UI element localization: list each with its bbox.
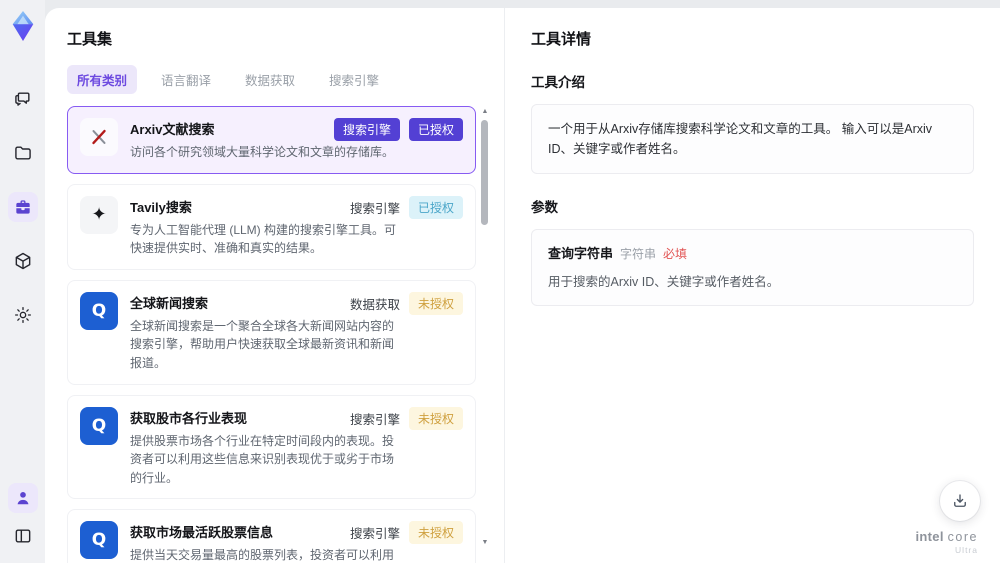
param-name: 查询字符串 — [548, 246, 614, 261]
sidebar-item-tools[interactable] — [7, 192, 38, 222]
scroll-up-arrow-icon[interactable]: ▲ — [481, 108, 489, 116]
user-icon — [17, 492, 28, 505]
tool-description: 提供当天交易量最高的股票列表，投资者可以利用这些信息来识别流动性强的股票和潜在的… — [130, 548, 395, 563]
tab-language-translation[interactable]: 语言翻译 — [151, 65, 221, 94]
scroll-down-arrow-icon[interactable]: ▼ — [481, 539, 489, 547]
tool-intro-text: 一个用于从Arxiv存储库搜索科学论文和文章的工具。 输入可以是Arxiv ID… — [531, 104, 974, 174]
tools-list-panel: 工具集 所有类别 语言翻译 数据获取 搜索引擎 Arxiv文献搜索 访问各个研究… — [45, 8, 505, 563]
folder-icon — [14, 146, 31, 160]
intel-core-logo: intel core Ultra — [915, 528, 978, 555]
blue-q-logo-icon: Q — [80, 521, 118, 560]
tab-all-categories[interactable]: 所有类别 — [67, 65, 138, 94]
tool-details-panel: 工具详情 工具介绍 一个用于从Arxiv存储库搜索科学论文和文章的工具。 输入可… — [505, 8, 1000, 563]
tool-card-global-news[interactable]: Q 全球新闻搜索 全球新闻搜索是一个聚合全球各大新闻网站内容的搜索引擎，帮助用户… — [67, 279, 476, 385]
tools-list: Arxiv文献搜索 访问各个研究领域大量科学论文和文章的存储库。 搜索引擎 已授… — [67, 106, 490, 563]
auth-status-badge: 未授权 — [408, 521, 463, 545]
category-label: 搜索引擎 — [349, 201, 400, 216]
category-label: 搜索引擎 — [349, 527, 400, 542]
download-icon — [954, 494, 966, 507]
blue-q-logo-icon: Q — [80, 406, 118, 445]
main-panel: 工具集 所有类别 语言翻译 数据获取 搜索引擎 Arxiv文献搜索 访问各个研究… — [45, 8, 1000, 563]
tool-card-active-stocks[interactable]: Q 获取市场最活跃股票信息 提供当天交易量最高的股票列表，投资者可以利用这些信息… — [67, 509, 476, 563]
tool-description: 专为人工智能代理 (LLM) 构建的搜索引擎工具。可快速提供实时、准确和真实的结… — [130, 222, 397, 256]
tool-card-stock-sectors[interactable]: Q 获取股市各行业表现 提供股票市场各个行业在特定时间段内的表现。投资者可以利用… — [67, 394, 476, 500]
core-wordmark: core — [947, 529, 978, 544]
details-title: 工具详情 — [531, 31, 592, 48]
sidebar-item-chat[interactable] — [8, 84, 38, 114]
auth-status-badge: 已授权 — [408, 118, 463, 141]
app-rail — [0, 0, 45, 563]
scrollbar-thumb[interactable] — [481, 120, 488, 225]
intel-wordmark: intel — [915, 528, 944, 544]
auth-status-badge: 已授权 — [408, 195, 463, 219]
param-type: 字符串 — [620, 247, 657, 261]
tool-description: 全球新闻搜索是一个聚合全球各大新闻网站内容的搜索引擎，帮助用户快速获取全球最新资… — [130, 318, 395, 370]
tool-card-arxiv[interactable]: Arxiv文献搜索 访问各个研究领域大量科学论文和文章的存储库。 搜索引擎 已授… — [67, 106, 476, 174]
toolbox-icon — [15, 200, 30, 214]
cube-icon — [15, 252, 30, 270]
sidebar-item-files[interactable] — [8, 138, 38, 168]
layout-panel-icon — [15, 529, 30, 543]
list-scrollbar[interactable]: ▲ ▼ — [480, 108, 490, 547]
tab-search-engine[interactable]: 搜索引擎 — [319, 65, 389, 94]
category-badge: 搜索引擎 — [333, 118, 400, 141]
sidebar-item-toggle-panel[interactable] — [8, 521, 38, 551]
sidebar-item-settings[interactable] — [8, 300, 38, 330]
page-title: 工具集 — [67, 31, 113, 48]
category-tabs: 所有类别 语言翻译 数据获取 搜索引擎 — [67, 65, 490, 94]
param-required-label: 必填 — [663, 247, 688, 261]
app-logo-icon — [12, 11, 33, 41]
param-description: 用于搜索的Arxiv ID、关键字或作者姓名。 — [548, 275, 780, 289]
tool-description: 访问各个研究领域大量科学论文和文章的存储库。 — [130, 145, 395, 159]
blue-q-logo-icon: Q — [80, 291, 118, 330]
download-button[interactable] — [940, 481, 980, 521]
chat-icon — [14, 92, 30, 106]
auth-status-badge: 未授权 — [408, 291, 463, 315]
params-heading: 参数 — [531, 200, 558, 215]
intro-heading: 工具介绍 — [531, 75, 585, 90]
sidebar-item-profile[interactable] — [7, 483, 38, 513]
parameter-card: 查询字符串 字符串 必填 用于搜索的Arxiv ID、关键字或作者姓名。 — [531, 229, 974, 306]
auth-status-badge: 未授权 — [408, 406, 463, 430]
category-label: 搜索引擎 — [349, 412, 400, 427]
arxiv-logo-icon — [80, 118, 118, 156]
four-point-star-icon: ✦ — [80, 195, 118, 234]
tab-data-fetching[interactable]: 数据获取 — [235, 65, 305, 94]
tool-description: 提供股票市场各个行业在特定时间段内的表现。投资者可以利用这些信息来识别表现优于或… — [130, 433, 395, 485]
sidebar-item-models[interactable] — [8, 246, 38, 276]
category-label: 数据获取 — [349, 297, 400, 312]
tool-card-tavily[interactable]: ✦ Tavily搜索 专为人工智能代理 (LLM) 构建的搜索引擎工具。可快速提… — [67, 183, 476, 270]
gear-icon — [14, 307, 31, 323]
ultra-wordmark: Ultra — [955, 544, 978, 555]
